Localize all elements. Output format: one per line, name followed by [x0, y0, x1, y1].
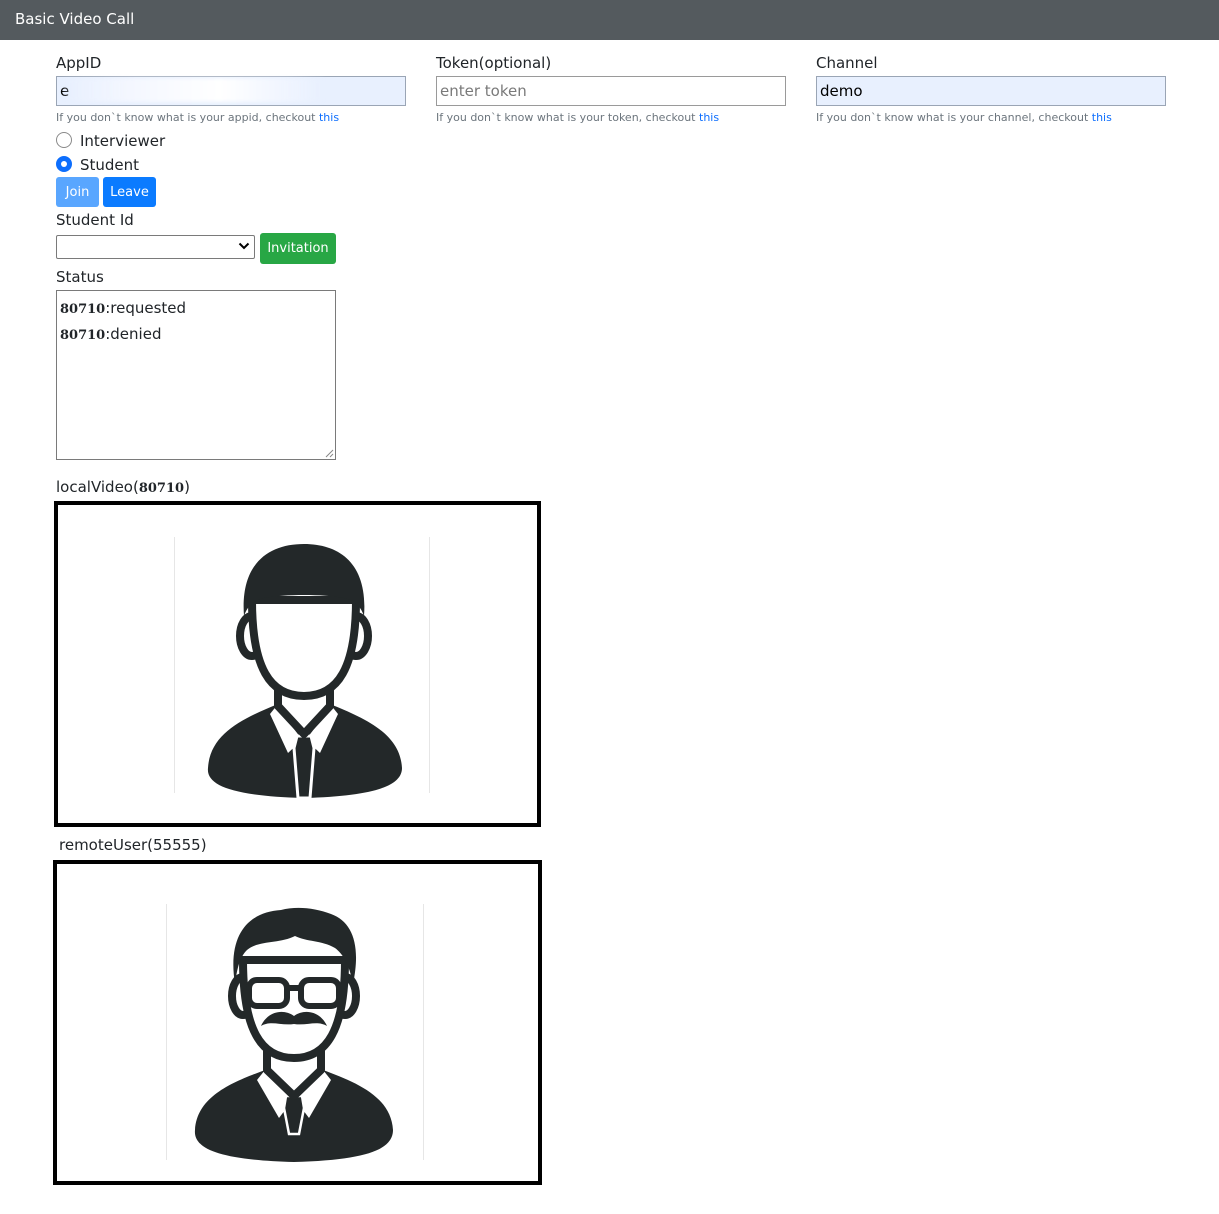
interviewer-radio[interactable]: [56, 132, 72, 148]
appid-help-link[interactable]: this: [319, 111, 339, 124]
token-help: If you don`t know what is your token, ch…: [436, 111, 720, 124]
invitation-button[interactable]: Invitation: [260, 233, 336, 264]
app-title: Basic Video Call: [15, 10, 135, 28]
join-button[interactable]: Join: [56, 177, 99, 207]
chevron-down-icon: [238, 242, 250, 250]
student-radio[interactable]: [56, 156, 72, 172]
appid-help: If you don`t know what is your appid, ch…: [56, 111, 340, 124]
status-uid: 80710: [60, 328, 106, 343]
student-label: Student: [80, 156, 140, 174]
status-log[interactable]: 80710:requested 80710:denied: [56, 290, 336, 460]
channel-label: Channel: [816, 54, 878, 72]
status-text: :denied: [105, 325, 162, 343]
status-label: Status: [56, 268, 104, 286]
remote-video-player: [53, 860, 542, 1185]
status-line: 80710:denied: [60, 322, 332, 348]
local-video-label: localVideo(80710): [56, 478, 190, 496]
channel-help: If you don`t know what is your channel, …: [816, 111, 1112, 124]
appid-redaction: [64, 78, 324, 102]
interviewer-label: Interviewer: [80, 132, 166, 150]
status-uid: 80710: [60, 302, 106, 317]
navbar: Basic Video Call: [0, 0, 1219, 40]
remote-video-label: remoteUser(55555): [59, 836, 207, 854]
channel-help-link[interactable]: this: [1092, 111, 1112, 124]
token-help-link[interactable]: this: [699, 111, 719, 124]
student-id-select[interactable]: [56, 235, 255, 259]
resize-grip-icon[interactable]: [324, 448, 334, 458]
status-text: :requested: [105, 299, 187, 317]
channel-input[interactable]: [816, 76, 1166, 106]
businessman-avatar-icon: [207, 544, 402, 800]
local-video-player: [54, 501, 541, 827]
leave-button[interactable]: Leave: [103, 177, 156, 207]
student-id-label: Student Id: [56, 211, 134, 229]
appid-label: AppID: [56, 54, 102, 72]
local-video-uid: 80710: [138, 481, 185, 496]
status-line: 80710:requested: [60, 296, 332, 322]
mustache-man-avatar-icon: [194, 907, 393, 1162]
token-label: Token(optional): [436, 54, 552, 72]
token-input[interactable]: [436, 76, 786, 106]
